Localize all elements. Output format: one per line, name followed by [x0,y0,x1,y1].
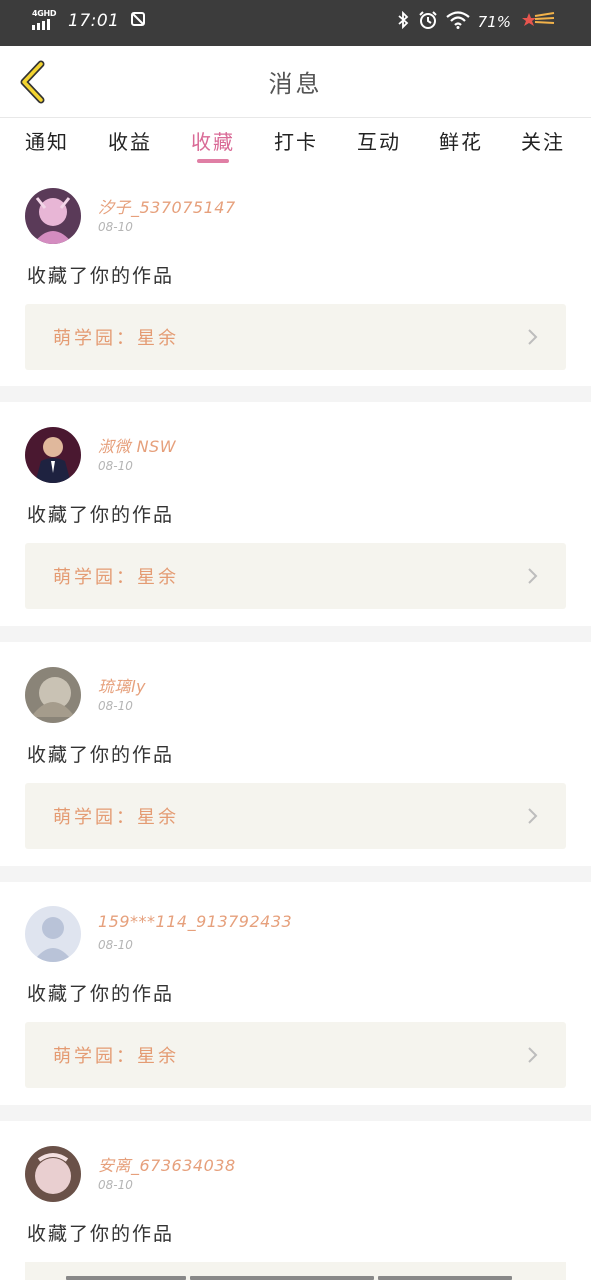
tab-checkin[interactable]: 打卡 [274,126,318,155]
battery-level: 71% [477,13,511,31]
tab-follow[interactable]: 关注 [521,126,565,155]
work-title: 萌学园：星余 [53,1046,179,1067]
avatar[interactable] [25,1146,81,1202]
message-action: 收藏了你的作品 [27,265,175,287]
work-link[interactable]: 萌学园：星余 [25,304,566,370]
message-action: 收藏了你的作品 [27,504,175,526]
network-type: 4GHD [32,9,57,18]
status-time: 17:01 [68,11,120,31]
signal-icon: 4GHD [32,10,58,32]
tab-interact[interactable]: 互动 [357,126,401,155]
work-title: 萌学园：星余 [53,567,179,588]
tab-flowers[interactable]: 鲜花 [439,126,483,155]
message-date: 08-10 [98,1178,133,1192]
divider [0,386,591,402]
message-item[interactable]: 琉璃ly 08-10 收藏了你的作品 萌学园：星余 [0,659,591,883]
message-item[interactable]: 安离_673634038 08-10 收藏了你的作品 [0,1138,591,1280]
divider [0,1105,591,1121]
tab-bar: 通知 收益 收藏 打卡 互动 鲜花 关注 [0,118,591,166]
message-item[interactable]: 159***114_913792433 08-10 收藏了你的作品 萌学园：星余 [0,898,591,1122]
chevron-right-icon [528,808,538,824]
alarm-icon [418,10,438,34]
message-item[interactable]: 淑微 NSW 08-10 收藏了你的作品 萌学园：星余 [0,419,591,643]
message-date: 08-10 [98,459,133,473]
work-title: 萌学园：星余 [53,807,179,828]
work-link[interactable]: 萌学园：星余 [25,1022,566,1088]
header: 消息 [0,46,591,118]
active-tab-indicator [197,159,229,163]
username[interactable]: 淑微 NSW [98,433,176,457]
bluetooth-icon [396,10,410,33]
chevron-right-icon [528,568,538,584]
username[interactable]: 汐子_537075147 [98,194,236,218]
status-bar: 4GHD 17:01 71% [0,0,591,46]
message-action: 收藏了你的作品 [27,1223,175,1245]
tab-notice[interactable]: 通知 [25,126,69,155]
divider [0,866,591,882]
scroll-indicator [66,1276,512,1280]
username[interactable]: 安离_673634038 [98,1152,236,1176]
work-title: 萌学园：星余 [53,328,179,349]
message-date: 08-10 [98,699,133,713]
page-title: 消息 [268,70,323,98]
work-link[interactable]: 萌学园：星余 [25,783,566,849]
username[interactable]: 159***114_913792433 [98,912,292,931]
wifi-icon [445,11,470,33]
avatar[interactable] [25,427,81,483]
divider [0,626,591,642]
shooting-star-icon [519,12,555,32]
sim-icon [130,11,146,31]
work-link[interactable]: 萌学园：星余 [25,543,566,609]
message-date: 08-10 [98,220,133,234]
chevron-right-icon [528,1047,538,1063]
message-item[interactable]: 汐子_537075147 08-10 收藏了你的作品 萌学园：星余 [0,180,591,404]
message-action: 收藏了你的作品 [27,983,175,1005]
tab-earnings[interactable]: 收益 [108,126,152,155]
message-date: 08-10 [98,938,133,952]
chevron-right-icon [528,329,538,345]
avatar[interactable] [25,188,81,244]
message-action: 收藏了你的作品 [27,744,175,766]
avatar[interactable] [25,906,81,962]
avatar[interactable] [25,667,81,723]
tab-favorites[interactable]: 收藏 [191,126,235,155]
username[interactable]: 琉璃ly [98,673,146,697]
